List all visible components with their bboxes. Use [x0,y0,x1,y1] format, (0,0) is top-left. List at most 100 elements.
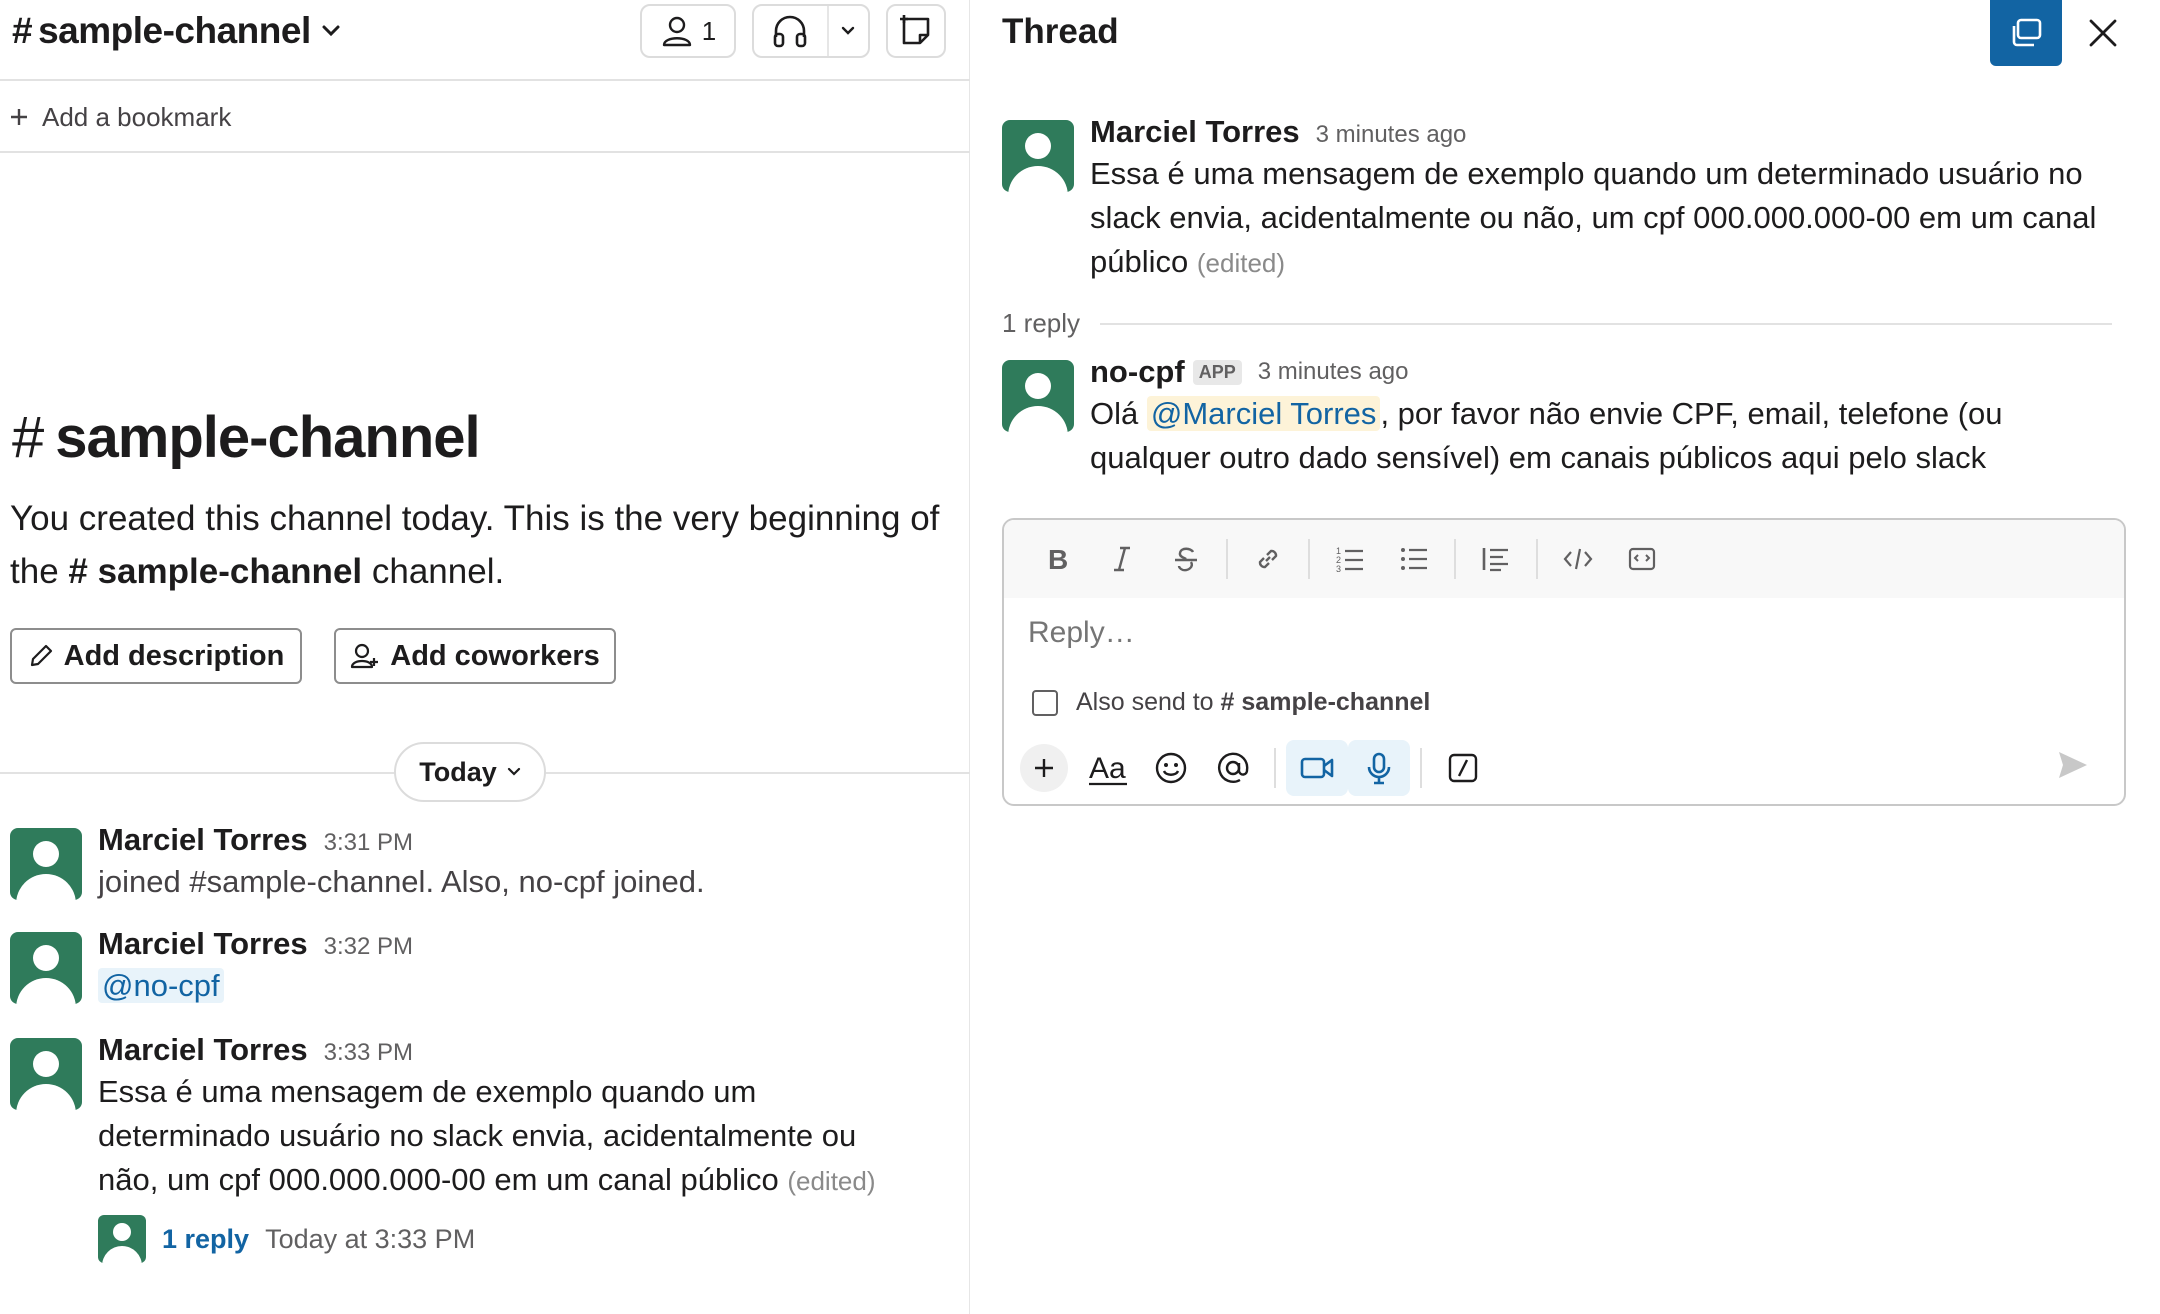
add-person-icon [350,642,380,670]
slash-command-icon[interactable] [1432,740,1494,796]
link-icon[interactable] [1236,532,1300,586]
bulleted-list-icon[interactable] [1382,532,1446,586]
reply-input[interactable] [1028,616,2098,650]
also-send-channel: # sample-channel [1220,688,1431,716]
thread-replies[interactable]: 1 reply Today at 3:33 PM [98,1215,898,1263]
channel-pane: # sample-channel 1 Add a bookmark # samp… [0,0,970,1314]
chevron-down-icon[interactable] [829,6,868,56]
channel-name: sample-channel [38,10,311,51]
add-coworkers-label: Add coworkers [390,639,600,672]
reply-count-link[interactable]: 1 reply [162,1224,249,1255]
message-time[interactable]: 3:31 PM [324,829,413,857]
channel-title[interactable]: # sample-channel [12,10,341,52]
user-mention[interactable]: @Marciel Torres [1146,396,1381,431]
chevron-down-icon [507,767,521,777]
channel-header: # sample-channel 1 [0,0,970,81]
avatar[interactable] [1002,360,1074,432]
formatting-toggle-icon[interactable]: Aa [1078,740,1140,796]
avatar[interactable] [10,828,82,900]
user-mention[interactable]: @no-cpf [98,968,224,1003]
also-send-label: Also send to [1076,688,1214,716]
thread-pane: Thread Marciel Torres 3 minutes ago Essa… [970,0,2160,1314]
intro-text-after: channel. [371,552,505,591]
close-thread-button[interactable] [2082,12,2124,54]
mention-icon[interactable] [1202,740,1264,796]
canvas-button[interactable] [886,4,946,58]
edited-label: (edited) [1196,248,1286,278]
plus-icon [10,108,28,126]
message-time[interactable]: 3 minutes ago [1258,358,1409,386]
channel-intro-title: # sample-channel [12,404,481,471]
also-send-option[interactable]: Also send to # sample-channel [1032,688,1430,717]
channel-intro-text: You created this channel today. This is … [10,492,960,598]
toolbar-divider [1420,748,1422,788]
italic-icon[interactable] [1090,532,1154,586]
bold-icon[interactable]: B [1026,532,1090,586]
message-author[interactable]: Marciel Torres [1090,114,1300,150]
toolbar-divider [1226,539,1228,579]
add-bookmark-button[interactable]: Add a bookmark [0,83,970,153]
code-icon[interactable] [1546,532,1610,586]
also-send-checkbox[interactable] [1032,689,1058,716]
composer-actions: Aa [1020,738,2110,798]
hash-icon: # [12,405,44,470]
message-text: joined #sample-channel. Also, no-cpf joi… [98,864,705,899]
video-clip-icon[interactable] [1286,740,1348,796]
microphone-icon[interactable] [1348,740,1410,796]
canvas-icon [898,13,934,49]
message-text: Essa é uma mensagem de exemplo quando um… [98,1074,857,1197]
add-bookmark-label: Add a bookmark [42,101,232,132]
app-badge: APP [1192,359,1242,385]
message-time[interactable]: 3:32 PM [324,933,413,961]
add-description-label: Add description [63,639,285,672]
reply-count: 1 reply [1002,308,1081,338]
message-author[interactable]: Marciel Torres [98,822,308,858]
huddle-button[interactable] [752,4,870,58]
message-author[interactable]: Marciel Torres [98,926,308,962]
code-block-icon[interactable] [1610,532,1674,586]
close-icon [2088,18,2118,48]
pencil-icon [28,643,54,669]
send-button[interactable] [2056,748,2090,782]
toolbar-divider [1308,539,1310,579]
message-author[interactable]: no-cpf [1090,354,1185,390]
strikethrough-icon[interactable] [1154,532,1218,586]
last-reply-time: Today at 3:33 PM [265,1223,476,1254]
intro-channel-ref-name: sample-channel [97,552,363,591]
reply-count-divider: 1 reply [1002,308,2112,339]
toolbar-divider [1536,539,1538,579]
add-description-button[interactable]: Add description [10,628,302,684]
intro-channel-ref[interactable]: # sample-channel [68,552,362,591]
edited-label: (edited) [787,1166,876,1196]
members-button[interactable]: 1 [640,4,736,58]
avatar[interactable] [10,932,82,1004]
member-count: 1 [701,15,717,46]
message-text-before: Olá [1090,396,1139,431]
message-time[interactable]: 3:33 PM [324,1039,413,1067]
reply-composer: B 123 Also send to # sample-channel Aa [1002,518,2126,806]
message-time[interactable]: 3 minutes ago [1316,121,1467,149]
toolbar-divider [1454,539,1456,579]
day-divider-label: Today [419,756,497,787]
open-in-new-window-button[interactable] [1990,0,2062,66]
emoji-icon[interactable] [1140,740,1202,796]
also-send-channel-name: sample-channel [1241,688,1431,716]
ordered-list-icon[interactable]: 123 [1318,532,1382,586]
avatar[interactable] [10,1038,82,1110]
toolbar-divider [1274,748,1276,788]
popout-icon [2009,18,2043,48]
add-coworkers-button[interactable]: Add coworkers [334,628,616,684]
day-divider-button[interactable]: Today [394,742,546,802]
svg-text:B: B [1048,545,1068,573]
reply-avatar [98,1215,146,1263]
headphones-icon[interactable] [754,6,829,56]
svg-text:Aa: Aa [1089,752,1126,785]
hash-icon: # [12,10,33,51]
svg-text:3: 3 [1336,564,1341,573]
plus-icon[interactable] [1020,744,1068,792]
message-author[interactable]: Marciel Torres [98,1032,308,1068]
intro-channel-name: sample-channel [55,405,480,470]
formatting-toolbar: B 123 [1004,520,2124,598]
blockquote-icon[interactable] [1464,532,1528,586]
avatar[interactable] [1002,120,1074,192]
